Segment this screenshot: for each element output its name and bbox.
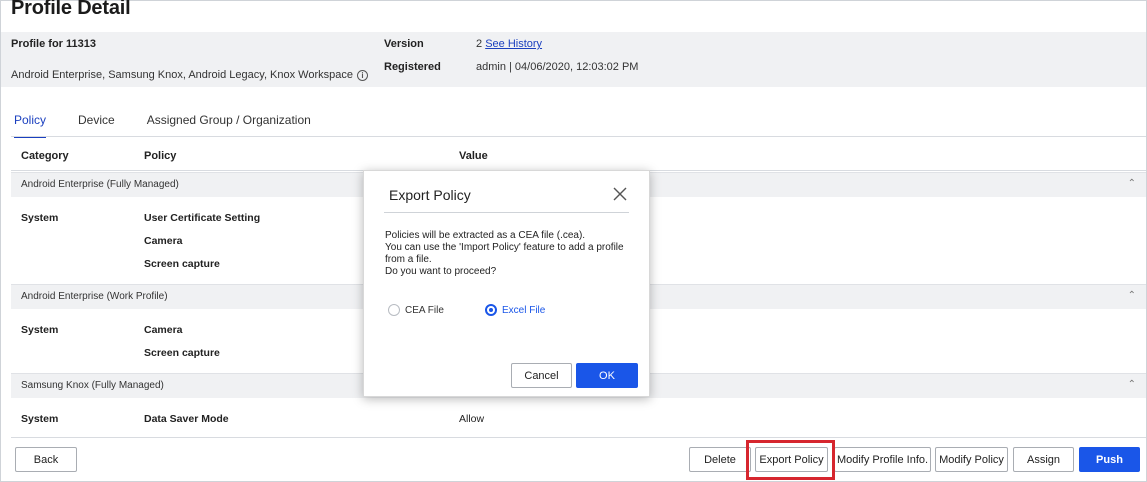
platforms-label: Android Enterprise, Samsung Knox, Androi… xyxy=(11,69,354,81)
tabs-divider xyxy=(11,136,1146,137)
radio-excel-file[interactable]: Excel File xyxy=(485,304,545,316)
delete-button[interactable]: Delete xyxy=(689,447,751,472)
row-category: System xyxy=(21,324,59,336)
ok-button[interactable]: OK xyxy=(576,363,638,388)
back-button[interactable]: Back xyxy=(15,447,77,472)
assign-button[interactable]: Assign xyxy=(1013,447,1074,472)
table-header: Category Policy Value xyxy=(11,144,1146,171)
footer-divider xyxy=(11,437,1146,438)
message-line: Policies will be extracted as a CEA file… xyxy=(385,230,586,241)
dialog-title: Export Policy xyxy=(389,187,471,203)
radio-checked-icon[interactable] xyxy=(485,304,497,316)
platforms-text: Android Enterprise, Samsung Knox, Androi… xyxy=(11,69,369,81)
dialog-divider xyxy=(384,212,629,213)
section-name: Samsung Knox (Fully Managed) xyxy=(21,380,164,391)
row-policy: Camera xyxy=(144,324,183,336)
see-history-link[interactable]: See History xyxy=(485,38,542,50)
radio-cea-file[interactable]: CEA File xyxy=(388,304,444,316)
chevron-up-icon[interactable]: ⌃ xyxy=(1128,178,1136,189)
message-line: Do you want to proceed? xyxy=(385,266,497,277)
row-policy: Data Saver Mode xyxy=(144,413,229,425)
row-category: System xyxy=(21,212,59,224)
cancel-button[interactable]: Cancel xyxy=(511,363,572,388)
radio-unchecked-icon[interactable] xyxy=(388,304,400,316)
version-label: Version xyxy=(384,38,424,50)
header-policy: Policy xyxy=(144,150,177,162)
highlight-box xyxy=(746,440,835,480)
row-policy: Screen capture xyxy=(144,347,220,359)
row-policy: Camera xyxy=(144,235,183,247)
modify-profile-info-button[interactable]: Modify Profile Info. xyxy=(834,447,931,472)
radio-label: Excel File xyxy=(502,304,546,316)
tab-policy[interactable]: Policy xyxy=(14,113,47,138)
profile-for-label: Profile for 11313 xyxy=(11,38,96,50)
chevron-up-icon[interactable]: ⌃ xyxy=(1128,379,1136,390)
registered-label: Registered xyxy=(384,61,441,73)
close-icon[interactable] xyxy=(611,185,629,203)
tab-device[interactable]: Device xyxy=(78,113,115,138)
section-name: Android Enterprise (Work Profile) xyxy=(21,291,168,302)
row-policy: User Certificate Setting xyxy=(144,212,261,224)
modify-policy-button[interactable]: Modify Policy xyxy=(935,447,1008,472)
info-icon[interactable]: i xyxy=(357,69,369,81)
tab-bar: Policy Device Assigned Group / Organizat… xyxy=(14,113,343,138)
tab-assigned-group[interactable]: Assigned Group / Organization xyxy=(147,113,311,138)
export-policy-dialog: Export Policy Policies will be extracted… xyxy=(363,170,650,397)
profile-info-band: Profile for 11313 Android Enterprise, Sa… xyxy=(1,32,1146,87)
page-title: Profile Detail xyxy=(11,0,131,19)
message-line: You can use the 'Import Policy' feature … xyxy=(385,242,624,253)
push-button[interactable]: Push xyxy=(1079,447,1140,472)
message-line: from a file. xyxy=(385,254,432,265)
row-policy: Screen capture xyxy=(144,258,220,270)
version-value: 2 xyxy=(476,38,483,50)
row-category: System xyxy=(21,413,59,425)
header-category: Category xyxy=(21,150,69,162)
dialog-message: Policies will be extracted as a CEA file… xyxy=(385,230,635,278)
version-value-wrap: 2 See History xyxy=(476,38,542,50)
chevron-up-icon[interactable]: ⌃ xyxy=(1128,290,1136,301)
section-name: Android Enterprise (Fully Managed) xyxy=(21,179,179,190)
radio-label: CEA File xyxy=(405,304,444,316)
registered-value: admin | 04/06/2020, 12:03:02 PM xyxy=(476,61,639,73)
row-value: Allow xyxy=(459,413,485,425)
header-value: Value xyxy=(459,150,488,162)
